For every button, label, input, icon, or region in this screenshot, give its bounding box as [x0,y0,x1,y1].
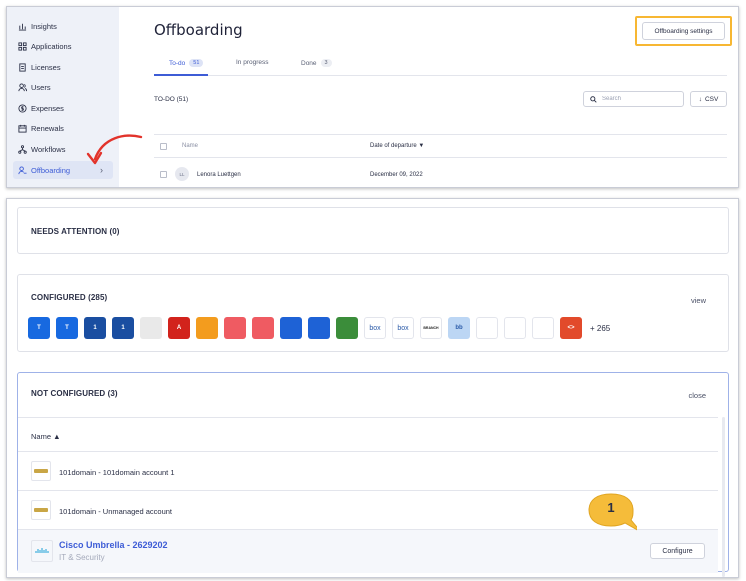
app-account-name[interactable]: Cisco Umbrella - 2629202 [59,540,168,550]
tab-done[interactable]: Done 3 [301,59,332,67]
sidebar-item-label: Offboarding [31,165,71,175]
app-logo-asana-icon [224,317,246,339]
app-logo-circle-icon [476,317,498,339]
column-header-date[interactable]: Date of departure ▼ [370,143,424,149]
grid-icon [13,41,31,51]
calendar-icon [13,124,31,133]
view-link[interactable]: view [691,296,706,305]
app-logo-atlassian-a-icon [308,317,330,339]
app-logo-1password-icon: 1 [84,317,106,339]
app-logo-box-icon: box [364,317,386,339]
flow-icon [13,144,31,154]
csv-export-button[interactable]: ↓ CSV [690,91,727,107]
tab-bar: To-do 51 In progress Done 3 [154,54,727,76]
app-logo-generic-icon [140,317,162,339]
app-logo-atlassian-a-icon [280,317,302,339]
more-apps-count[interactable]: + 265 [590,324,610,333]
scrollbar[interactable] [722,417,725,577]
sidebar-item-label: Workflows [31,144,66,154]
table-row[interactable]: 101domain - 101domain account 1 [18,451,718,491]
column-header-name[interactable]: Name ▲ [31,432,61,441]
sidebar-item-applications[interactable]: Applications [13,37,113,55]
active-tab-indicator [154,74,208,76]
sidebar-item-insights[interactable]: Insights [13,17,113,35]
not-configured-card: NOT CONFIGURED (3) close Name ▲ 101domai… [17,372,729,577]
configured-app-logos: T T 1 1 Abox box BRANCH bb <> + 265 [28,317,610,339]
select-all-checkbox[interactable] [160,143,167,150]
page-title: Offboarding [154,21,243,39]
close-link[interactable]: close [688,391,706,400]
app-logo-101domain-icon [31,461,51,481]
sidebar-item-label: Licenses [31,62,61,72]
section-label: TO-DO (51) [154,96,189,103]
csv-label: CSV [704,95,719,103]
search-box[interactable] [583,91,684,107]
table-header: Name Date of departure ▼ [154,134,727,158]
sidebar-item-licenses[interactable]: Licenses [13,58,113,76]
search-input[interactable] [602,96,672,102]
app-logo-tree-icon [336,317,358,339]
app-logo-101domain-icon [31,500,51,520]
document-icon [13,62,31,72]
app-logo-code-icon: <> [560,317,582,339]
tab-count-badge: 3 [320,59,332,67]
employee-name: Lenora Luettgen [197,172,241,178]
app-category: IT & Security [59,553,105,562]
needs-attention-card: NEEDS ATTENTION (0) [17,207,729,254]
app-account-name: 101domain - 101domain account 1 [59,468,175,477]
departure-date: December 09, 2022 [370,172,423,178]
tab-label: In progress [236,59,269,66]
sidebar-item-label: Insights [31,21,57,31]
sidebar-item-label: Expenses [31,103,64,113]
users-icon [13,82,31,92]
avatar: LL [175,167,189,181]
red-arrow-annotation [86,134,143,165]
configured-title: CONFIGURED (285) [31,293,108,302]
offboarding-settings-button[interactable]: Offboarding settings [642,22,725,40]
app-logo-1password-icon: 1 [112,317,134,339]
app-logo-atlassian-icon: T [28,317,50,339]
row-checkbox[interactable] [160,171,167,178]
step-number: 1 [607,500,615,515]
configured-card: CONFIGURED (285) view T T 1 1 Abox box BRANCH b… [17,274,729,352]
app-logo-bb-icon: bb [448,317,470,339]
column-header-name[interactable]: Name [182,143,198,149]
sidebar-item-users[interactable]: Users [13,78,113,96]
sidebar-item-expenses[interactable]: Expenses [13,99,113,117]
tab-count-badge: 51 [189,59,204,67]
tab-todo[interactable]: To-do 51 [169,59,204,67]
settings-highlight: Offboarding settings [635,16,732,46]
app-logo-cloud-icon [532,317,554,339]
app-logo-adobe-icon: A [168,317,190,339]
download-icon: ↓ [698,95,702,103]
tab-label: To-do [169,59,186,67]
app-logo-atlassian-icon: T [56,317,78,339]
app-account-name: 101domain - Unmanaged account [59,507,172,516]
sidebar-item-label: Applications [31,41,72,51]
app-logo-aws-icon [196,317,218,339]
sidebar-item-label: Renewals [31,123,64,133]
chart-icon [13,22,31,31]
tab-label: Done [301,59,317,67]
app-logo-cloudflare-icon [504,317,526,339]
app-logo-asana-icon [252,317,274,339]
app-logo-box-icon: box [392,317,414,339]
search-icon [590,95,597,103]
dollar-icon [13,103,31,113]
sidebar-item-label: Users [31,82,51,92]
app-logo-cisco-icon [31,540,53,562]
table-row[interactable]: Cisco Umbrella - 2629202 IT & Security C… [18,529,718,573]
app-logo-branch-icon: BRANCH [420,317,442,339]
needs-attention-title: NEEDS ATTENTION (0) [31,227,120,236]
table-row[interactable]: LL Lenora Luettgen December 09, 2022 [154,165,727,185]
not-configured-title: NOT CONFIGURED (3) [31,389,118,398]
user-off-icon [13,165,31,175]
tab-in-progress[interactable]: In progress [236,59,269,66]
configure-button[interactable]: Configure [650,543,705,559]
offboarding-page-panel: Insights Applications Licenses Users Exp… [6,6,739,188]
table-header: Name ▲ [18,417,718,451]
